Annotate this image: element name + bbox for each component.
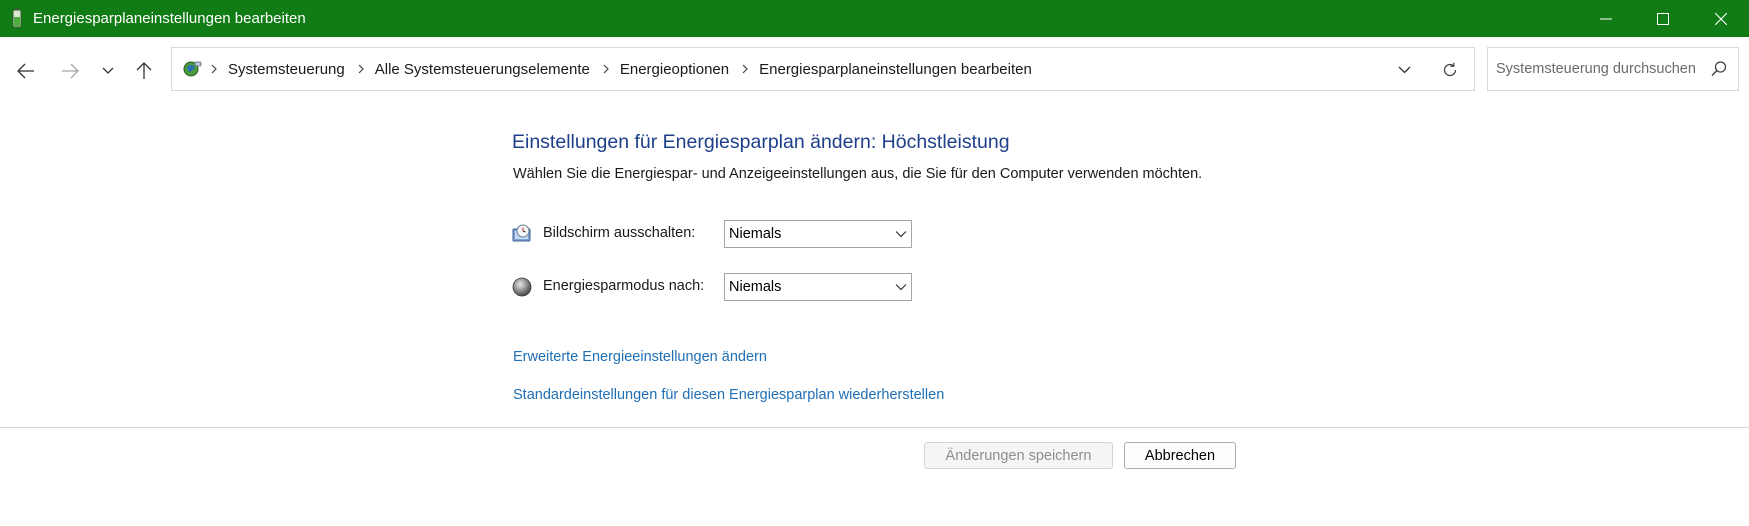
chevron-down-icon — [895, 231, 907, 238]
cancel-button[interactable]: Abbrechen — [1124, 442, 1236, 469]
forward-button[interactable] — [54, 55, 86, 87]
display-off-select[interactable]: Niemals — [724, 220, 912, 248]
recent-locations-button[interactable] — [92, 55, 124, 87]
minimize-icon — [1600, 18, 1612, 19]
arrow-up-icon — [136, 62, 152, 79]
setting-row-display-off: Bildschirm ausschalten: Niemals — [512, 219, 912, 249]
arrow-right-icon — [62, 63, 79, 79]
maximize-icon — [1657, 12, 1669, 25]
chevron-right-icon[interactable] — [602, 64, 610, 74]
sleep-value: Niemals — [729, 279, 782, 295]
search-icon[interactable] — [1710, 60, 1728, 78]
breadcrumb-item-current[interactable]: Energiesparplaneinstellungen bearbeiten — [759, 61, 1032, 78]
breadcrumb-item-energieoptionen[interactable]: Energieoptionen — [620, 61, 729, 78]
breadcrumb-item-systemsteuerung[interactable]: Systemsteuerung — [228, 61, 345, 78]
chevron-right-icon[interactable] — [741, 64, 749, 74]
sleep-label: Energiesparmodus nach: — [543, 278, 705, 294]
sleep-moon-icon — [512, 277, 532, 297]
search-input[interactable] — [1496, 58, 1706, 80]
chevron-down-icon — [102, 67, 114, 74]
close-button[interactable] — [1693, 0, 1749, 37]
chevron-down-icon — [1398, 66, 1410, 74]
refresh-icon — [1443, 62, 1457, 77]
title-bar: Energiesparplaneinstellungen bearbeiten — [0, 0, 1749, 37]
breadcrumb: Systemsteuerung Alle Systemsteuerungsele… — [210, 48, 1044, 90]
search-box[interactable] — [1487, 47, 1739, 91]
navigation-bar: Systemsteuerung Alle Systemsteuerungsele… — [0, 37, 1749, 101]
restore-defaults-link[interactable]: Standardeinstellungen für diesen Energie… — [513, 387, 944, 403]
close-icon — [1715, 12, 1727, 25]
chevron-down-icon — [895, 284, 907, 291]
display-off-label: Bildschirm ausschalten: — [543, 225, 696, 241]
refresh-button[interactable] — [1438, 58, 1462, 82]
minimize-button[interactable] — [1578, 0, 1634, 37]
window-title: Energiesparplaneinstellungen bearbeiten — [33, 10, 306, 27]
display-clock-icon — [512, 224, 531, 242]
page-title: Einstellungen für Energiesparplan ändern… — [512, 131, 1010, 153]
advanced-power-settings-link[interactable]: Erweiterte Energieeinstellungen ändern — [513, 349, 767, 365]
save-changes-button[interactable]: Änderungen speichern — [924, 442, 1113, 469]
footer-divider — [0, 427, 1749, 428]
arrow-left-icon — [17, 63, 34, 79]
battery-plug-icon — [12, 8, 22, 28]
chevron-right-icon — [210, 64, 218, 74]
sleep-select[interactable]: Niemals — [724, 273, 912, 301]
maximize-button[interactable] — [1635, 0, 1691, 37]
up-button[interactable] — [128, 55, 160, 87]
page-description: Wählen Sie die Energiespar- und Anzeigee… — [513, 166, 1203, 182]
control-panel-icon — [183, 61, 202, 77]
chevron-right-icon[interactable] — [357, 64, 365, 74]
display-off-value: Niemals — [729, 226, 782, 242]
address-history-button[interactable] — [1392, 58, 1416, 82]
address-bar[interactable]: Systemsteuerung Alle Systemsteuerungsele… — [171, 47, 1475, 91]
back-button[interactable] — [10, 55, 42, 87]
breadcrumb-item-alle-elemente[interactable]: Alle Systemsteuerungselemente — [375, 61, 590, 78]
main-content: Einstellungen für Energiesparplan ändern… — [0, 101, 1749, 426]
setting-row-sleep: Energiesparmodus nach: Niemals — [512, 272, 912, 302]
